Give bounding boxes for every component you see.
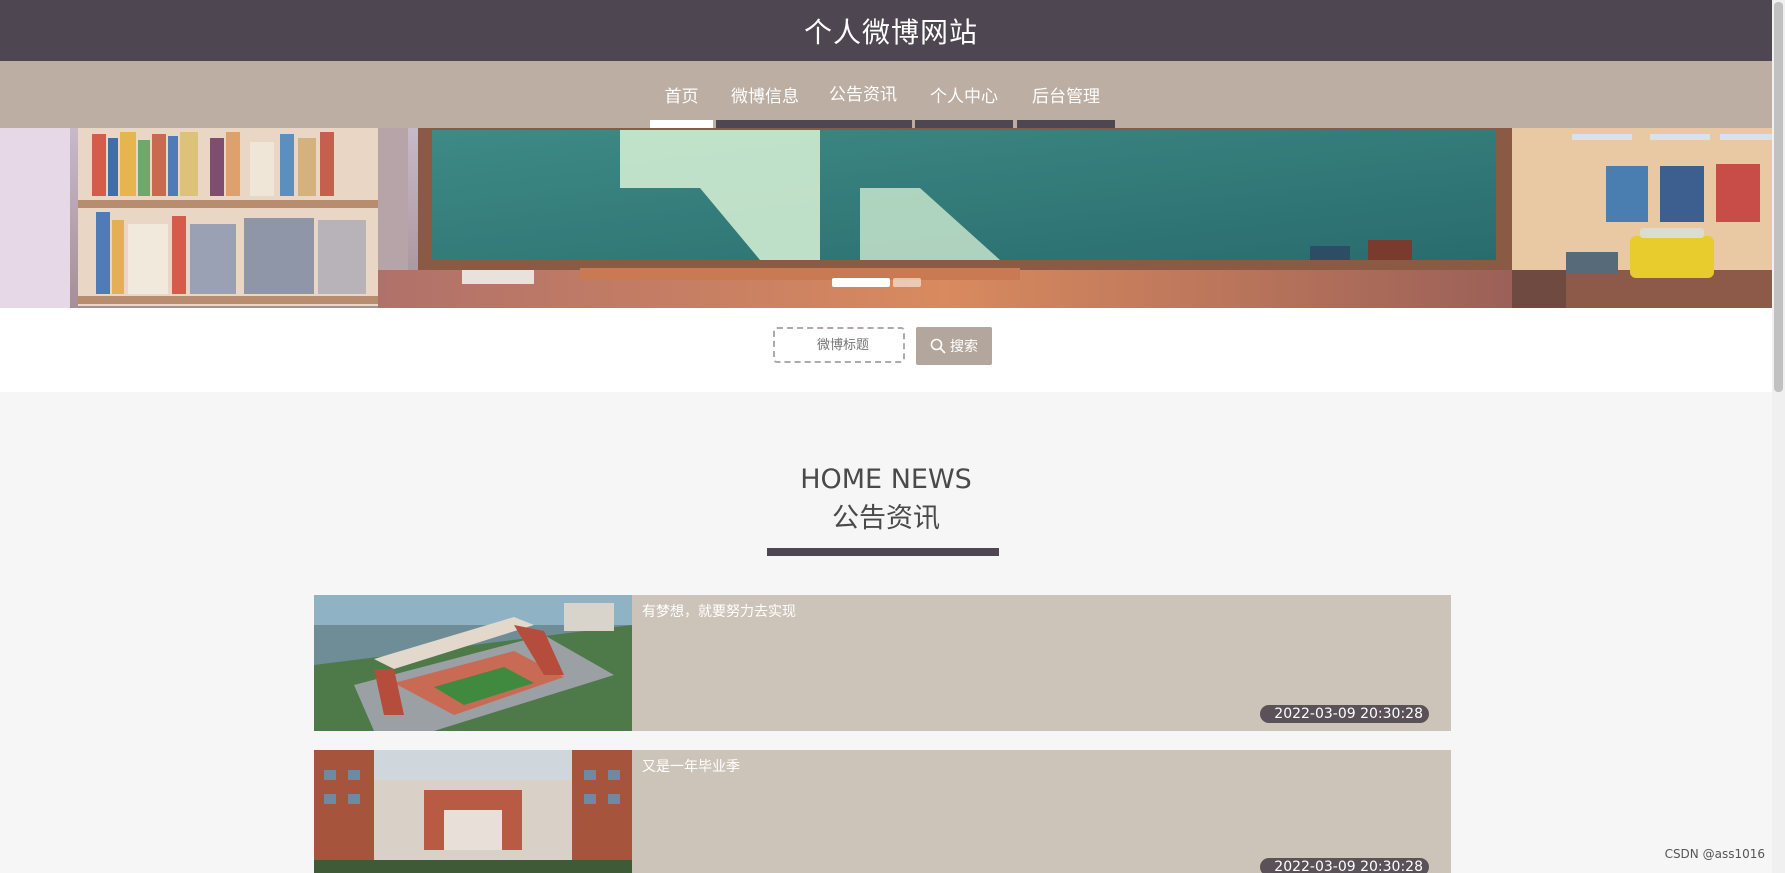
carousel-dot-active[interactable] [832,278,890,287]
watermark: CSDN @ass1016 [1664,847,1765,861]
search-button-label: 搜索 [950,338,978,354]
scrollbar-thumb[interactable] [1774,2,1783,392]
search-button[interactable]: 搜索 [916,327,992,365]
news-heading-underline [767,548,999,556]
site-title: 个人微博网站 [803,15,978,49]
nav-item-personal-center[interactable]: 个人中心 [915,61,1013,128]
nav-item-label: 后台管理 [1032,87,1100,107]
nav-item-bar [1017,120,1115,128]
banner-carousel[interactable] [0,128,1772,308]
search-section: 搜索 [0,308,1772,392]
nav-item-label: 首页 [664,87,699,107]
nav-item-label: 公告资讯 [829,85,897,105]
news-image-campus-aerial [314,595,632,731]
carousel-dot[interactable] [893,278,921,287]
news-thumbnail [314,595,632,731]
page: 个人微博网站 首页 微博信息 公告资讯 个人中心 后台管理 微博标题 搜索 HO… [0,0,1785,873]
news-item-date: 2022-03-09 20:30:28 [1260,858,1429,873]
news-heading-cn: 公告资讯 [832,503,940,534]
news-item[interactable]: 又是一年毕业季 2022-03-09 20:30:28 [314,750,1451,873]
nav-active-indicator [650,120,713,128]
main-nav: 首页 微博信息 公告资讯 个人中心 后台管理 [0,61,1772,128]
news-item-title: 有梦想，就要努力去实现 [642,604,796,620]
news-item[interactable]: 有梦想，就要努力去实现 2022-03-09 20:30:28 [314,595,1451,731]
search-icon [930,338,946,354]
news-thumbnail [314,750,632,873]
nav-item-home[interactable]: 首页 [650,61,713,128]
carousel-indicators [832,278,921,287]
nav-item-bar [716,120,912,128]
news-section-heading: HOME NEWS 公告资讯 [0,460,1772,538]
news-item-title: 又是一年毕业季 [642,759,740,775]
news-item-date: 2022-03-09 20:30:28 [1260,705,1429,723]
nav-item-label: 个人中心 [930,87,998,107]
nav-item-bar [915,120,1013,128]
site-header: 个人微博网站 [0,0,1772,61]
search-input[interactable] [773,327,905,363]
nav-item-admin[interactable]: 后台管理 [1017,61,1115,128]
nav-item-label: 微博信息 [731,87,799,107]
news-heading-en: HOME NEWS [800,464,972,495]
news-image-campus-building [314,750,632,873]
